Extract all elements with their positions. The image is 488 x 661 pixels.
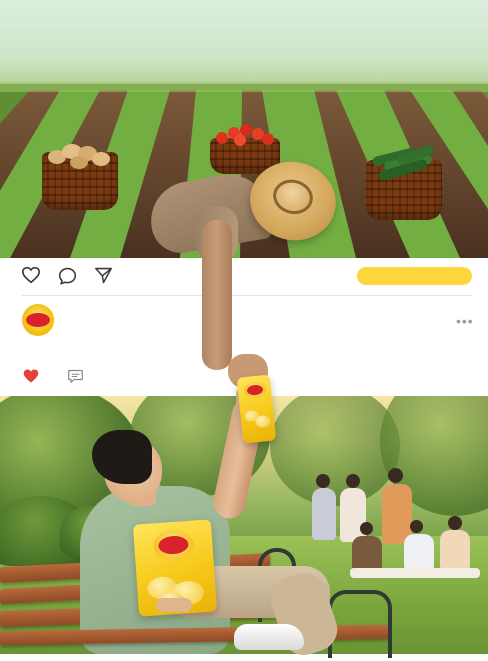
lays-logo-icon: [26, 313, 50, 327]
comment-button[interactable]: [58, 267, 77, 285]
farm-scene-image: [0, 0, 488, 258]
yellow-action-pill[interactable]: [357, 267, 472, 285]
more-options-button[interactable]: •••: [456, 314, 474, 328]
avatar[interactable]: [22, 304, 54, 336]
send-icon: [95, 267, 112, 284]
liked-indicator[interactable]: [22, 368, 40, 384]
sneaker: [234, 624, 304, 650]
farmer-arm: [202, 220, 232, 370]
comment-bubble-icon: [58, 267, 77, 285]
share-button[interactable]: [94, 267, 113, 284]
heart-outline-icon: [22, 266, 40, 284]
chip-bag-small: [236, 374, 277, 444]
divider: [22, 295, 472, 296]
comments-button[interactable]: [67, 369, 84, 384]
like-button[interactable]: [21, 266, 41, 284]
heart-filled-icon: [23, 369, 39, 383]
